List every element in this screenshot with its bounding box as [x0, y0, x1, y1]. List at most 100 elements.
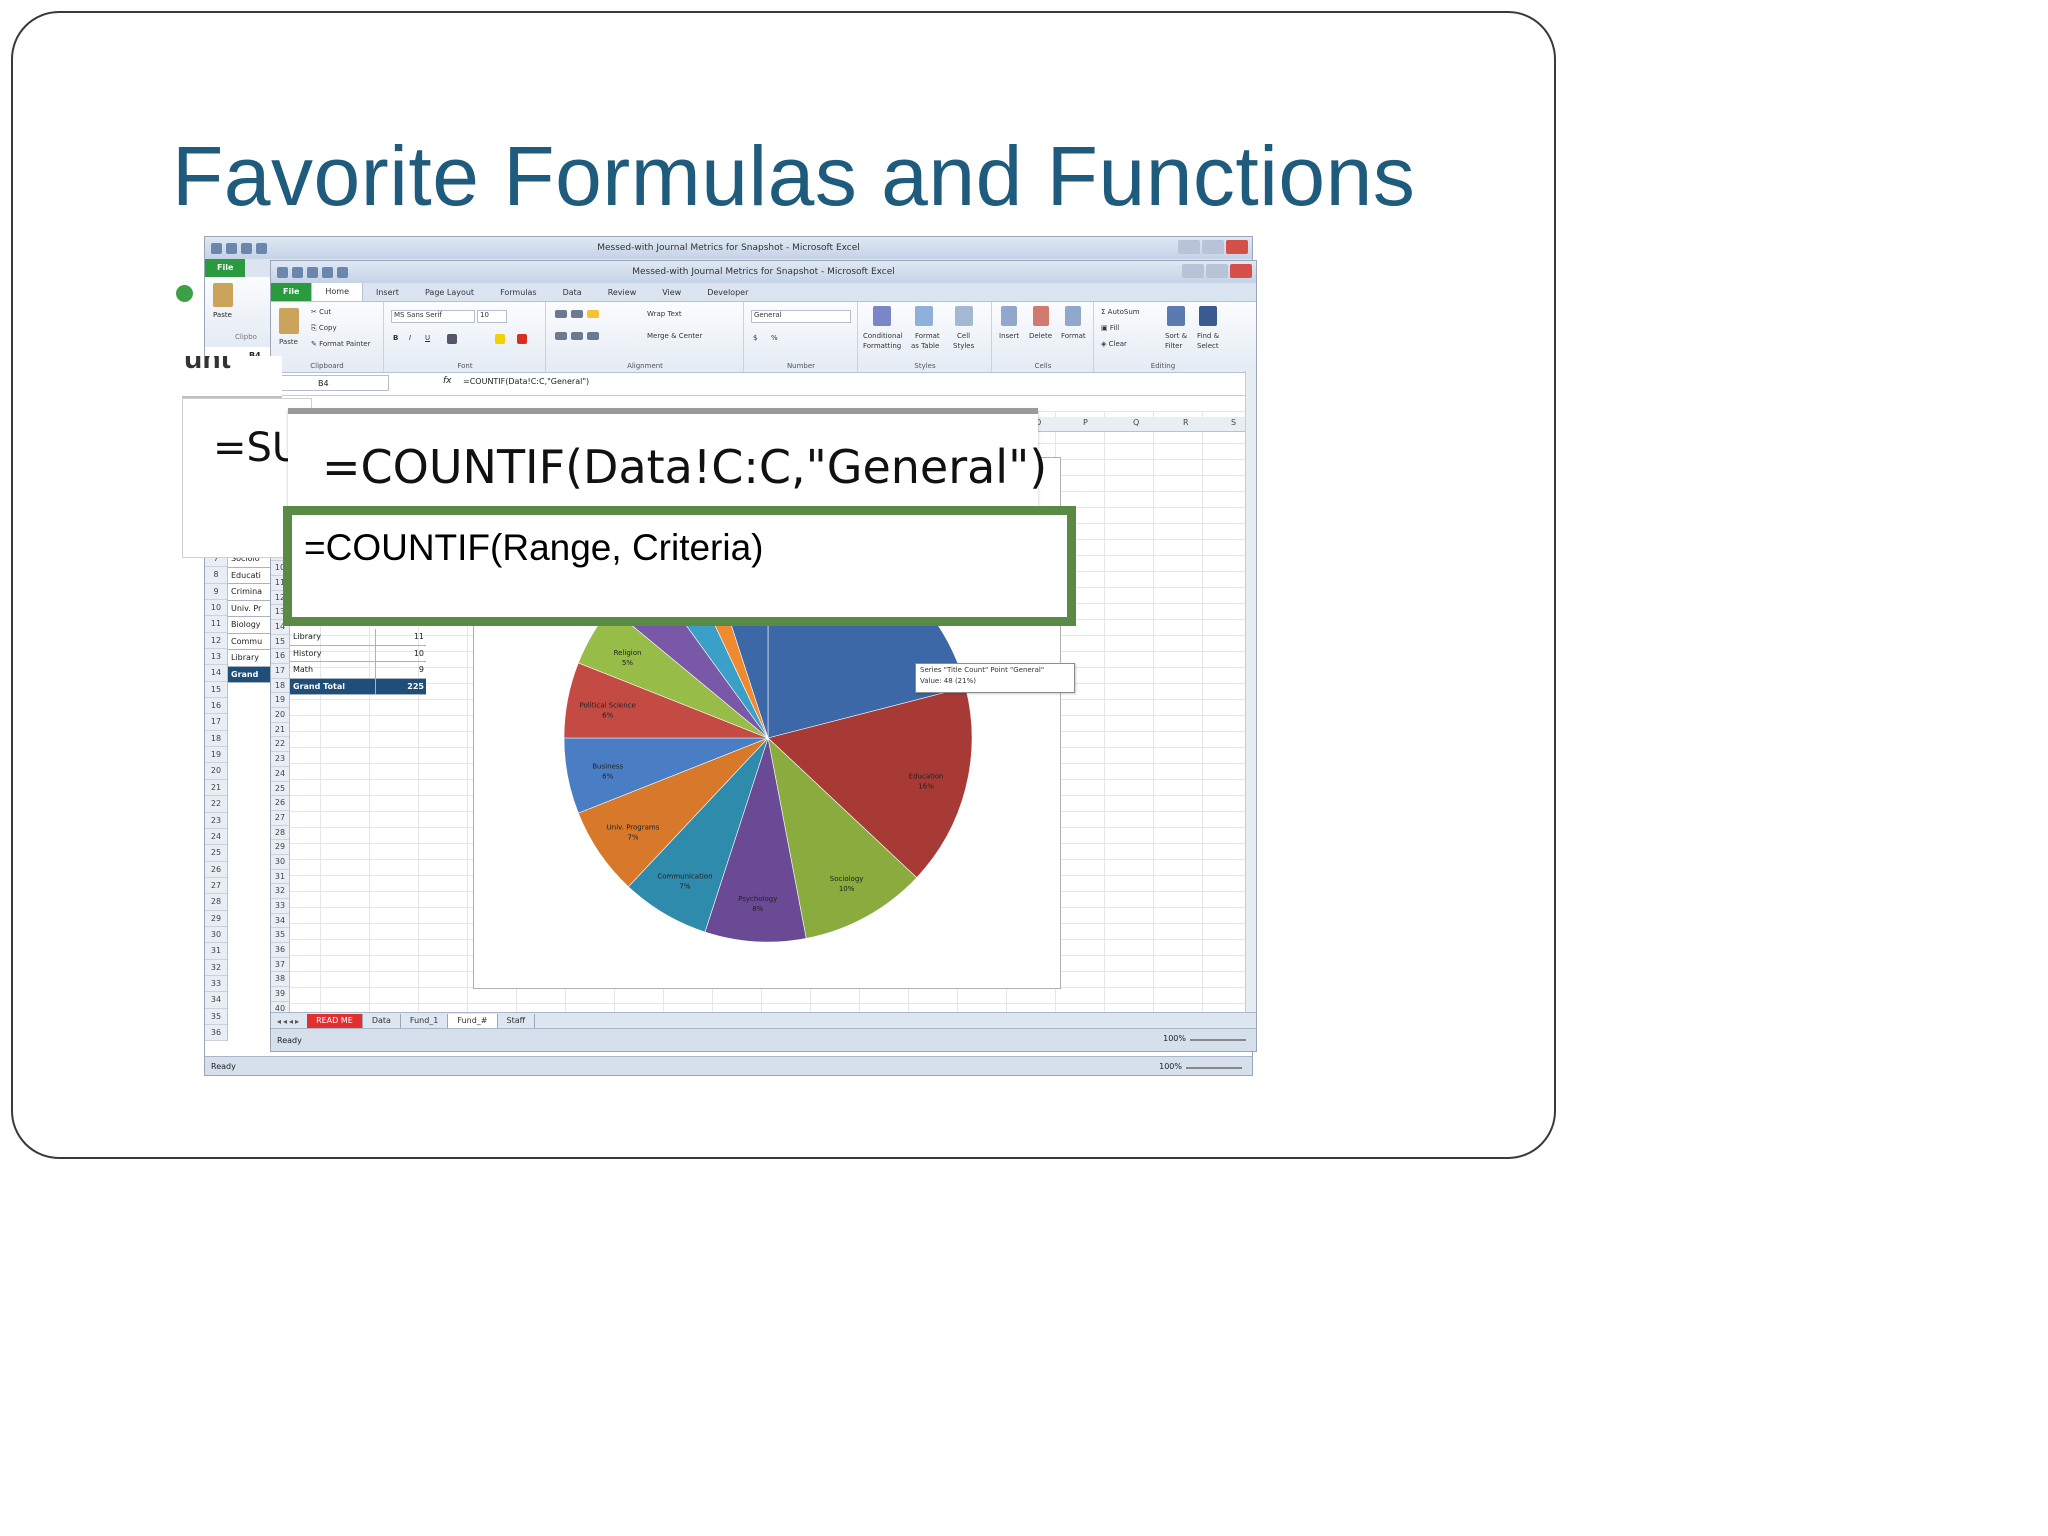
- row-number[interactable]: 23: [271, 752, 289, 767]
- row-number[interactable]: 27: [271, 811, 289, 826]
- sheet-tab-read-me[interactable]: READ ME: [307, 1014, 363, 1028]
- sheet-tab-data[interactable]: Data: [363, 1014, 401, 1028]
- tab-file[interactable]: File: [271, 283, 312, 301]
- col-header-s[interactable]: S: [1231, 418, 1236, 427]
- sort-filter-button-line2[interactable]: Filter: [1165, 342, 1182, 350]
- align-middle-icon[interactable]: [571, 310, 583, 318]
- row-number[interactable]: 25: [271, 782, 289, 797]
- table-row[interactable]: Commu: [228, 633, 272, 650]
- tab-view[interactable]: View: [649, 288, 694, 297]
- align-bottom-icon[interactable]: [587, 310, 599, 318]
- sheet-tab-fund-1[interactable]: Fund_1: [401, 1014, 449, 1028]
- find-select-button[interactable]: Find &: [1197, 332, 1219, 340]
- row-number[interactable]: 28: [271, 826, 289, 841]
- row-number[interactable]: 18: [271, 679, 289, 694]
- table-row[interactable]: Grand: [228, 666, 272, 683]
- delete-cells-icon[interactable]: [1033, 306, 1049, 326]
- formula-input[interactable]: =COUNTIF(Data!C:C,"General"): [463, 377, 589, 386]
- table-row[interactable]: Library 11: [290, 629, 426, 646]
- vertical-scrollbar[interactable]: [1245, 371, 1256, 1013]
- row-number[interactable]: 36: [271, 943, 289, 958]
- table-row[interactable]: Univ. Pr: [228, 600, 272, 617]
- clear-button[interactable]: ◈ Clear: [1101, 340, 1127, 348]
- format-painter-button[interactable]: ✎ Format Painter: [311, 340, 371, 348]
- tab-review[interactable]: Review: [595, 288, 650, 297]
- table-row[interactable]: History 10: [290, 645, 426, 662]
- table-row[interactable]: Crimina: [228, 584, 272, 601]
- maximize-button[interactable]: [1206, 264, 1228, 278]
- format-as-table-button-line2[interactable]: as Table: [911, 342, 939, 350]
- bold-button[interactable]: B: [393, 334, 398, 342]
- col-header-r[interactable]: R: [1183, 418, 1189, 427]
- tab-page-layout[interactable]: Page Layout: [412, 288, 487, 297]
- paste-icon[interactable]: [279, 308, 299, 334]
- format-as-table-button[interactable]: Format: [915, 332, 940, 340]
- back-file-tab[interactable]: File: [205, 259, 246, 277]
- col-header-p[interactable]: P: [1083, 418, 1088, 427]
- row-number[interactable]: 39: [271, 987, 289, 1002]
- tab-home[interactable]: Home: [311, 283, 363, 301]
- fill-button[interactable]: ▣ Fill: [1101, 324, 1119, 332]
- number-format-select[interactable]: General: [751, 310, 851, 323]
- cell-styles-button[interactable]: Cell: [957, 332, 970, 340]
- row-number[interactable]: 37: [271, 958, 289, 973]
- align-center-icon[interactable]: [571, 332, 583, 340]
- binoculars-icon[interactable]: [1199, 306, 1217, 326]
- table-row[interactable]: Library: [228, 650, 272, 667]
- row-number[interactable]: 21: [271, 723, 289, 738]
- row-number[interactable]: 32: [271, 884, 289, 899]
- conditional-formatting-button[interactable]: Conditional: [863, 332, 903, 340]
- paste-icon[interactable]: [213, 283, 233, 307]
- sheet-tab-fund-hash[interactable]: Fund_#: [448, 1014, 498, 1028]
- fill-color-icon[interactable]: [495, 334, 505, 344]
- currency-button[interactable]: $: [753, 334, 757, 342]
- font-color-icon[interactable]: [517, 334, 527, 344]
- row-number[interactable]: 33: [271, 899, 289, 914]
- row-number[interactable]: 16: [271, 649, 289, 664]
- underline-button[interactable]: U: [425, 334, 430, 342]
- sheet-nav-arrows[interactable]: ◂◂◂▸: [271, 1017, 307, 1026]
- sort-filter-icon[interactable]: [1167, 306, 1185, 326]
- format-table-icon[interactable]: [915, 306, 933, 326]
- autosum-button[interactable]: Σ AutoSum: [1101, 308, 1140, 316]
- minimize-button[interactable]: [1182, 264, 1204, 278]
- minimize-button[interactable]: [1178, 240, 1200, 254]
- zoom-level[interactable]: 100%: [1163, 1034, 1186, 1043]
- namebox[interactable]: B4: [271, 375, 389, 391]
- row-number[interactable]: 22: [271, 737, 289, 753]
- row-number[interactable]: 31: [271, 870, 289, 885]
- table-row-grand-total[interactable]: Grand Total 225: [290, 678, 426, 695]
- font-size-select[interactable]: 10: [477, 310, 507, 323]
- copy-button[interactable]: ⎘ Copy: [311, 324, 337, 333]
- table-row[interactable]: Math 9: [290, 662, 426, 679]
- row-number[interactable]: 29: [271, 840, 289, 855]
- format-cells-icon[interactable]: [1065, 306, 1081, 326]
- tab-data[interactable]: Data: [550, 288, 595, 297]
- row-number[interactable]: 24: [271, 767, 289, 782]
- align-left-icon[interactable]: [555, 332, 567, 340]
- back-zoom-slider[interactable]: [1186, 1067, 1242, 1069]
- row-number[interactable]: 35: [271, 928, 289, 944]
- tab-formulas[interactable]: Formulas: [487, 288, 550, 297]
- italic-button[interactable]: I: [409, 334, 411, 342]
- find-select-button-line2[interactable]: Select: [1197, 342, 1219, 350]
- conditional-formatting-icon[interactable]: [873, 306, 891, 326]
- format-cells-button[interactable]: Format: [1061, 332, 1086, 340]
- table-row[interactable]: Biology: [228, 617, 272, 634]
- tab-developer[interactable]: Developer: [694, 288, 761, 297]
- fx-icon[interactable]: fx: [443, 376, 452, 386]
- close-button[interactable]: [1230, 264, 1252, 278]
- sort-filter-button[interactable]: Sort &: [1165, 332, 1187, 340]
- insert-cells-icon[interactable]: [1001, 306, 1017, 326]
- row-number[interactable]: 26: [271, 796, 289, 811]
- row-number[interactable]: 15: [271, 635, 289, 650]
- tab-insert[interactable]: Insert: [363, 288, 412, 297]
- col-header-q[interactable]: Q: [1133, 418, 1139, 427]
- row-number[interactable]: 20: [271, 708, 289, 723]
- row-number[interactable]: 34: [271, 914, 289, 929]
- conditional-formatting-button-line2[interactable]: Formatting: [863, 342, 901, 350]
- font-name-select[interactable]: MS Sans Serif: [391, 310, 475, 323]
- row-number[interactable]: 38: [271, 972, 289, 988]
- percent-button[interactable]: %: [771, 334, 778, 342]
- align-top-icon[interactable]: [555, 310, 567, 318]
